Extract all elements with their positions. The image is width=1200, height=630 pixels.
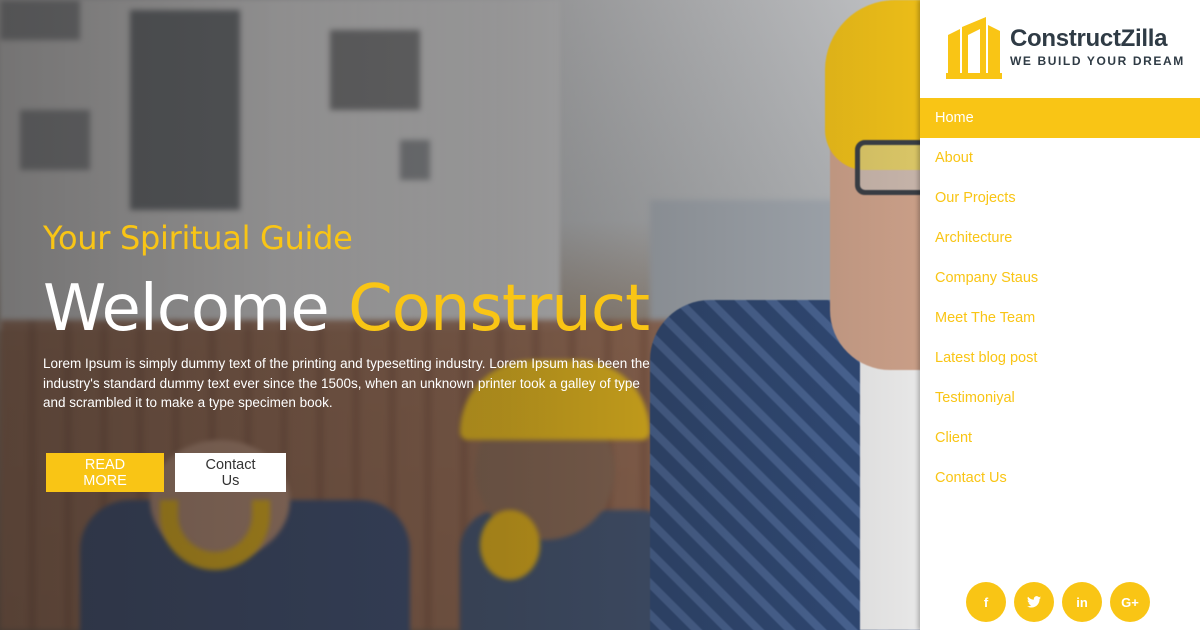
social-links: f in G+ [966, 582, 1150, 622]
twitter-bird-icon [1027, 596, 1041, 608]
sidebar-item-company-status[interactable]: Company Staus [920, 258, 1200, 298]
hero-headline-white: Welcome [43, 272, 330, 346]
sidebar-item-home[interactable]: Home [920, 98, 1200, 138]
twitter-icon[interactable] [1014, 582, 1054, 622]
hero-banner: Your Spiritual Guide Welcome Construct L… [0, 0, 920, 630]
hero-tagline: Your Spiritual Guide [43, 219, 353, 257]
hero-buttons: READ MORE Contact Us [46, 453, 286, 492]
sidebar-item-meet-the-team[interactable]: Meet The Team [920, 298, 1200, 338]
sidebar: ConstructZilla WE BUILD YOUR DREAM Home … [920, 0, 1200, 630]
hero-content: Your Spiritual Guide Welcome Construct L… [43, 218, 663, 413]
sidebar-item-architecture[interactable]: Architecture [920, 218, 1200, 258]
hero-headline: Welcome Construct [43, 270, 663, 348]
sidebar-item-client[interactable]: Client [920, 418, 1200, 458]
sidebar-item-our-projects[interactable]: Our Projects [920, 178, 1200, 218]
sidebar-item-latest-blog-post[interactable]: Latest blog post [920, 338, 1200, 378]
linkedin-icon[interactable]: in [1062, 582, 1102, 622]
logo-slogan: WE BUILD YOUR DREAM [1010, 54, 1185, 68]
building-logo-icon [946, 17, 1002, 79]
hero-headline-accent: Construct [348, 272, 650, 346]
logo-text: ConstructZilla WE BUILD YOUR DREAM [1010, 25, 1185, 69]
contact-us-button[interactable]: Contact Us [175, 453, 286, 492]
logo-name: ConstructZilla [1010, 25, 1168, 52]
facebook-icon[interactable]: f [966, 582, 1006, 622]
read-more-button[interactable]: READ MORE [46, 453, 164, 492]
google-plus-icon[interactable]: G+ [1110, 582, 1150, 622]
sidebar-nav: Home About Our Projects Architecture Com… [920, 98, 1200, 498]
sidebar-item-contact-us[interactable]: Contact Us [920, 458, 1200, 498]
logo[interactable]: ConstructZilla WE BUILD YOUR DREAM [946, 15, 1185, 79]
sidebar-item-about[interactable]: About [920, 138, 1200, 178]
sidebar-item-testimonial[interactable]: Testimoniyal [920, 378, 1200, 418]
hero-description: Lorem Ipsum is simply dummy text of the … [43, 356, 650, 410]
